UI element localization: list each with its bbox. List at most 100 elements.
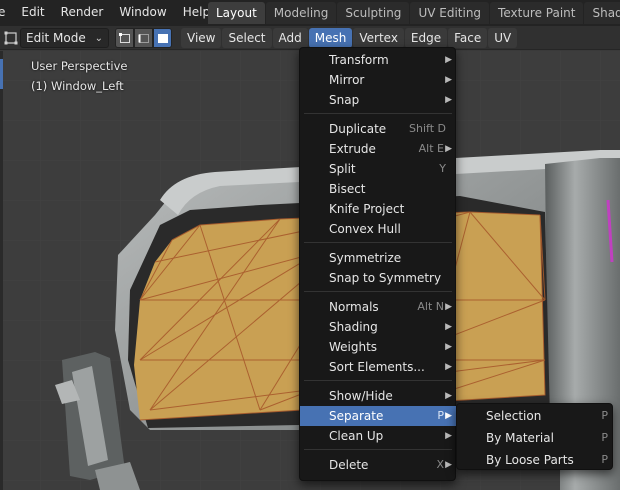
menu-item-delete[interactable]: Delete X ▶ [300, 455, 456, 475]
menu-item-symmetrize[interactable]: Symmetrize [300, 248, 456, 268]
menu-separator [304, 380, 452, 381]
submenu-item-by-loose-parts[interactable]: By Loose Parts P [457, 449, 613, 471]
menu-item-label: Extrude [329, 142, 376, 156]
menu-item-label: Split [329, 162, 356, 176]
shortcut-label: Y [439, 162, 446, 175]
header-menu-add[interactable]: Add [272, 28, 308, 48]
object-label: (1) Window_Left [31, 79, 124, 93]
menu-item-bisect[interactable]: Bisect [300, 179, 456, 199]
active-tool-marker [0, 59, 3, 89]
submenu-arrow-icon: ▶ [445, 460, 452, 470]
submenu-arrow-icon: ▶ [445, 144, 452, 154]
menu-item-label: Normals [329, 300, 379, 314]
submenu-arrow-icon: ▶ [445, 431, 452, 441]
tab-layout[interactable]: Layout [208, 2, 265, 24]
menu-edit[interactable]: Edit [13, 0, 52, 26]
menu-item-weights[interactable]: Weights ▶ [300, 337, 456, 357]
shortcut-label: X [436, 458, 444, 471]
shortcut-label: P [601, 431, 608, 444]
menu-window[interactable]: Window [111, 0, 174, 26]
shortcut-label: Alt E [418, 142, 444, 155]
menu-item-normals[interactable]: Normals Alt N ▶ [300, 297, 456, 317]
menu-item-label: Snap [329, 93, 360, 107]
shortcut-label: Shift D [409, 122, 446, 135]
menu-item-label: Snap to Symmetry [329, 271, 442, 285]
menu-item-snap[interactable]: Snap ▶ [300, 90, 456, 110]
mode-label: Edit Mode [26, 31, 86, 45]
header-menu-select[interactable]: Select [222, 28, 272, 48]
separate-submenu: Selection P By Material P By Loose Parts… [456, 403, 613, 470]
header-menu-view[interactable]: View [181, 28, 222, 48]
workspace-tabs: Layout Modeling Sculpting UV Editing Tex… [208, 2, 620, 24]
header-menu-edge[interactable]: Edge [404, 28, 448, 48]
menu-render[interactable]: Render [53, 0, 112, 26]
submenu-arrow-icon: ▶ [445, 55, 452, 65]
menu-item-label: Bisect [329, 182, 366, 196]
edge-select-button[interactable] [134, 28, 153, 48]
submenu-arrow-icon: ▶ [445, 362, 452, 372]
tab-texture-paint[interactable]: Texture Paint [490, 2, 584, 24]
face-select-icon [157, 34, 168, 43]
submenu-item-selection[interactable]: Selection P [457, 405, 613, 427]
submenu-arrow-icon: ▶ [445, 342, 452, 352]
toolbar-strip [0, 51, 3, 490]
menu-item-knife-project[interactable]: Knife Project [300, 199, 456, 219]
menu-item-show-hide[interactable]: Show/Hide ▶ [300, 386, 456, 406]
menu-separator [304, 291, 452, 292]
header-menu-uv[interactable]: UV [488, 28, 518, 48]
select-mode-buttons [115, 28, 172, 48]
menu-item-label: Duplicate [329, 122, 387, 136]
menu-item-label: Convex Hull [329, 222, 401, 236]
menu-item-label: Transform [329, 53, 389, 67]
menu-item-label: Show/Hide [329, 389, 393, 403]
menu-item-label: Sort Elements... [329, 360, 425, 374]
menu-item-duplicate[interactable]: Duplicate Shift D [300, 119, 456, 139]
menu-item-label: Knife Project [329, 202, 405, 216]
vertex-select-button[interactable] [115, 28, 134, 48]
menu-item-label: Separate [329, 409, 384, 423]
face-select-button[interactable] [153, 28, 172, 48]
menu-item-extrude[interactable]: Extrude Alt E ▶ [300, 139, 456, 159]
submenu-arrow-icon: ▶ [445, 95, 452, 105]
menu-item-label: Mirror [329, 73, 365, 87]
tab-shading[interactable]: Shading [584, 2, 620, 24]
edge-select-icon [138, 34, 149, 43]
menu-item-split[interactable]: Split Y [300, 159, 456, 179]
submenu-item-label: By Loose Parts [486, 453, 574, 467]
menu-item-convex-hull[interactable]: Convex Hull [300, 219, 456, 239]
submenu-arrow-icon: ▶ [445, 391, 452, 401]
header-menu-face[interactable]: Face [448, 28, 488, 48]
header-menu-vertex[interactable]: Vertex [353, 28, 404, 48]
menu-item-clean-up[interactable]: Clean Up ▶ [300, 426, 456, 446]
menu-item-label: Clean Up [329, 429, 384, 443]
menu-separator [304, 242, 452, 243]
shortcut-label: P [601, 409, 608, 422]
menu-item-sort-elements[interactable]: Sort Elements... ▶ [300, 357, 456, 377]
submenu-arrow-icon: ▶ [445, 322, 452, 332]
submenu-arrow-icon: ▶ [445, 411, 452, 421]
shortcut-label: P [437, 409, 444, 422]
submenu-item-by-material[interactable]: By Material P [457, 427, 613, 449]
menu-item-mirror[interactable]: Mirror ▶ [300, 70, 456, 90]
chevron-down-icon: ⌄ [94, 33, 103, 44]
menu-item-label: Shading [329, 320, 378, 334]
menu-file[interactable]: e [0, 0, 13, 26]
menu-item-separate[interactable]: Separate P ▶ [300, 406, 456, 426]
menu-item-snap-to-symmetry[interactable]: Snap to Symmetry [300, 268, 456, 288]
tab-sculpting[interactable]: Sculpting [337, 2, 410, 24]
tab-modeling[interactable]: Modeling [265, 2, 337, 24]
perspective-label: User Perspective [31, 59, 128, 73]
shortcut-label: Alt N [417, 300, 444, 313]
mesh-menu: Transform ▶ Mirror ▶ Snap ▶ Duplicate Sh… [299, 47, 456, 481]
vertex-select-icon [118, 33, 130, 43]
tab-uv-editing[interactable]: UV Editing [410, 2, 490, 24]
menu-item-label: Delete [329, 458, 369, 472]
header-menu-mesh[interactable]: Mesh [308, 28, 353, 48]
menu-item-shading[interactable]: Shading ▶ [300, 317, 456, 337]
submenu-arrow-icon: ▶ [445, 75, 452, 85]
menu-item-transform[interactable]: Transform ▶ [300, 50, 456, 70]
top-menu-bar: e Edit Render Window Help Layout Modelin… [0, 0, 620, 26]
mode-dropdown[interactable]: Edit Mode ⌄ [20, 28, 109, 48]
header-menus: View Select Add Mesh Vertex Edge Face UV [181, 28, 518, 48]
edit-mode-icon [4, 31, 18, 45]
